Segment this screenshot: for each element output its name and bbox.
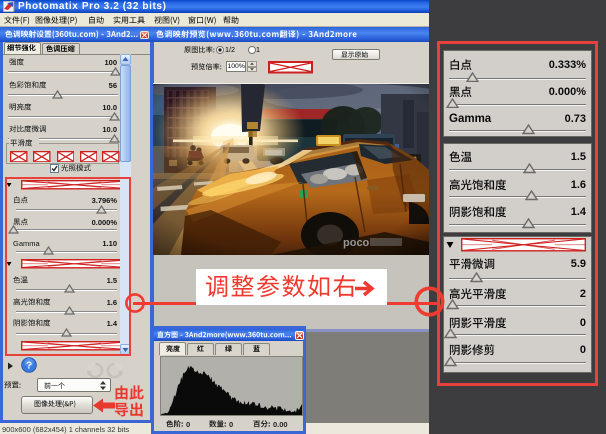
svg-text:?: ?: [26, 361, 32, 372]
svg-text:poco: poco: [343, 237, 370, 249]
